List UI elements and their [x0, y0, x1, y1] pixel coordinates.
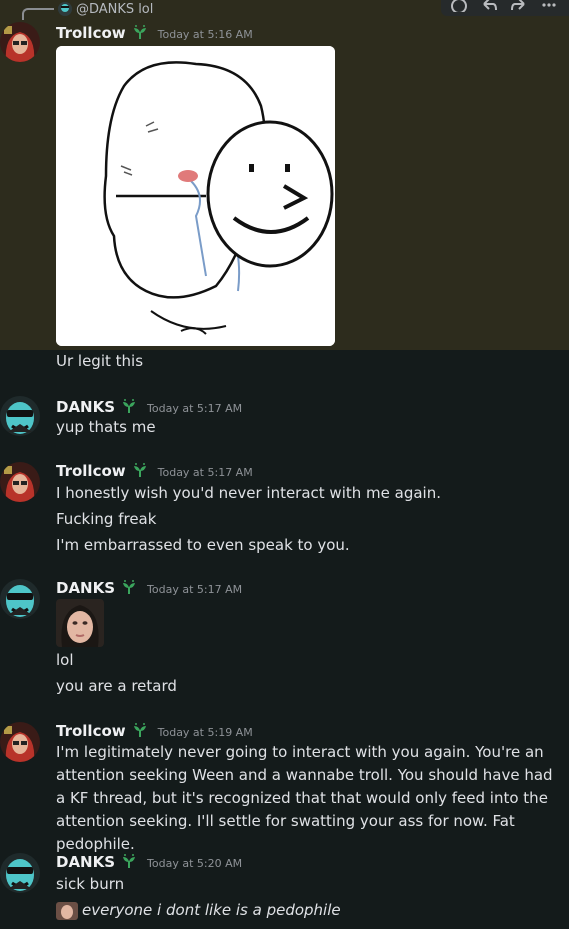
message-header: Trollcow Today at 5:19 AM	[56, 720, 253, 740]
sprout-badge-icon	[123, 854, 136, 868]
username[interactable]: DANKS	[56, 579, 115, 597]
username[interactable]: DANKS	[56, 398, 115, 416]
sprout-badge-icon	[133, 25, 146, 39]
reaction-icon[interactable]	[451, 0, 469, 14]
italic-text: everyone i dont like is a pedophile	[82, 901, 341, 919]
message-text: I'm legitimately never going to interact…	[56, 743, 553, 853]
timestamp: Today at 5:20 AM	[147, 857, 243, 870]
more-icon[interactable]	[541, 0, 559, 12]
sprout-badge-icon	[123, 399, 136, 413]
reply-icon[interactable]	[481, 0, 499, 12]
message-text: yup thats me	[56, 418, 156, 436]
reply-reference[interactable]: @DANKS lol	[58, 0, 153, 18]
message-text: Ur legit this	[56, 352, 144, 370]
reply-text: lol	[138, 1, 154, 17]
message-header: Trollcow Today at 5:16 AM	[56, 22, 253, 42]
sprout-badge-icon	[133, 463, 146, 477]
timestamp: Today at 5:17 AM	[147, 583, 243, 596]
message-text: Fucking freak	[56, 510, 157, 528]
sprout-badge-icon	[133, 723, 146, 737]
avatar-danks[interactable]	[0, 853, 40, 893]
avatar-trollcow[interactable]	[0, 722, 40, 762]
message-text: you are a retard	[56, 677, 177, 695]
wojak-meme-image[interactable]	[56, 46, 335, 346]
message-header: DANKS Today at 5:20 AM	[56, 851, 242, 871]
avatar-danks[interactable]	[0, 396, 40, 436]
reply-connector	[22, 8, 54, 20]
avatar-trollcow[interactable]	[0, 462, 40, 502]
username[interactable]: DANKS	[56, 853, 115, 871]
timestamp: Today at 5:16 AM	[157, 28, 253, 41]
message-header: DANKS Today at 5:17 AM	[56, 396, 242, 416]
forward-icon[interactable]	[511, 0, 529, 12]
timestamp: Today at 5:19 AM	[157, 726, 253, 739]
message-text: sick burn	[56, 875, 125, 893]
timestamp: Today at 5:17 AM	[157, 466, 253, 479]
avatar-danks[interactable]	[0, 579, 40, 619]
username[interactable]: Trollcow	[56, 462, 126, 480]
message-text: I'm embarrassed to even speak to you.	[56, 536, 350, 554]
face-photo-image[interactable]	[56, 599, 104, 647]
reply-avatar	[58, 2, 72, 16]
username[interactable]: Trollcow	[56, 722, 126, 740]
username[interactable]: Trollcow	[56, 24, 126, 42]
avatar-trollcow[interactable]	[0, 22, 40, 62]
timestamp: Today at 5:17 AM	[147, 402, 243, 415]
message-toolbar	[441, 0, 569, 16]
message-text: I honestly wish you'd never interact wit…	[56, 484, 441, 502]
reply-mention[interactable]: @DANKS	[76, 2, 134, 17]
message-text-italic: everyone i dont like is a pedophile	[56, 901, 341, 920]
message-text: lol	[56, 651, 74, 669]
message-header: DANKS Today at 5:17 AM	[56, 577, 242, 597]
sprout-badge-icon	[123, 580, 136, 594]
message-header: Trollcow Today at 5:17 AM	[56, 460, 253, 480]
face-emoji-icon	[56, 901, 78, 920]
